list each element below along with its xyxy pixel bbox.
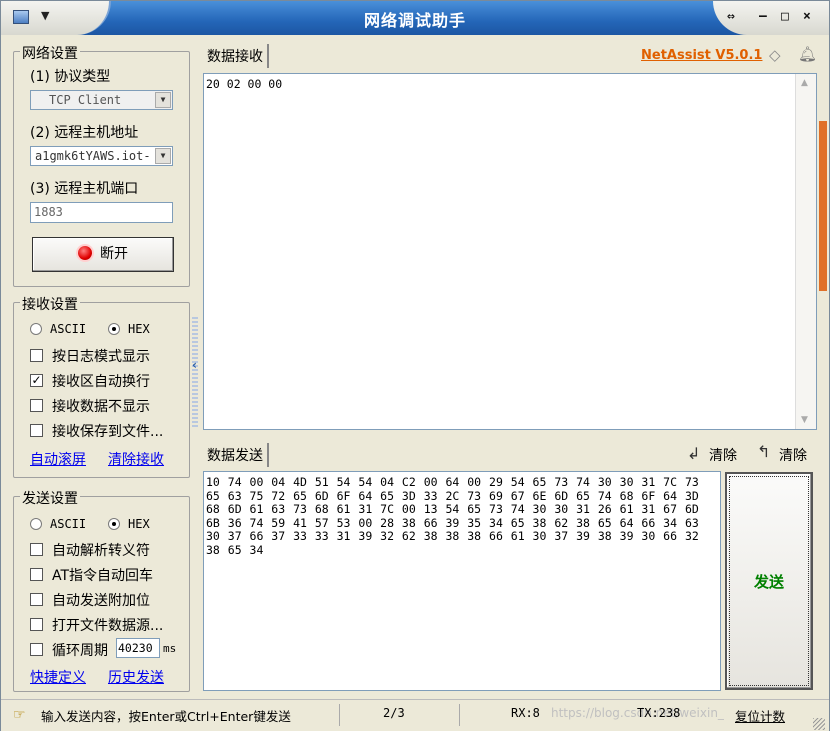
file-source-label: 打开文件数据源... [52, 618, 164, 634]
receive-scrollbar[interactable]: ▲ ▼ [795, 74, 816, 429]
parse-escape-label: 自动解析转义符 [52, 543, 150, 559]
tab-send[interactable]: 数据发送 [203, 443, 269, 467]
status-hint: 输入发送内容，按Enter或Ctrl+Enter键发送 [41, 709, 291, 724]
scroll-up-icon[interactable]: ▲ [801, 78, 808, 88]
host-value: a1gmk6tYAWS.iot- [35, 149, 151, 163]
history-send-link[interactable]: 历史发送 [108, 667, 164, 687]
accent-strip [819, 121, 827, 291]
receive-ascii-radio[interactable] [30, 323, 42, 335]
cycle-unit: ms [163, 642, 177, 655]
protocol-select[interactable]: TCP Client ▼ [30, 90, 173, 110]
rx-counter: RX:8 [511, 706, 540, 720]
status-bar: ☞ 输入发送内容，按Enter或Ctrl+Enter键发送 2/3 RX:8 h… [1, 699, 829, 731]
status-separator [339, 704, 340, 726]
parse-escape-checkbox[interactable] [30, 543, 43, 556]
send-settings-group: 发送设置 ASCII HEX 自动解析转义符 AT指令自动回车 自动发送附加位 … [13, 488, 190, 692]
title-bar: ▼ 网络调试助手 ⇔ – □ × [1, 1, 829, 35]
auto-wrap-label: 接收区自动换行 [52, 374, 150, 390]
file-source-checkbox[interactable] [30, 618, 43, 631]
version-link[interactable]: NetAssist V5.0.1 [641, 48, 762, 63]
send-ascii-radio[interactable] [30, 518, 42, 530]
disconnect-label: 断开 [100, 246, 128, 262]
page-indicator: 2/3 [383, 706, 405, 720]
network-settings-group: 网络设置 (1) 协议类型 TCP Client ▼ (2) 远程主机地址 a1… [13, 43, 190, 287]
close-button[interactable]: × [803, 9, 811, 24]
clear-receive-link[interactable]: 清除接收 [108, 449, 164, 469]
send-ascii-label: ASCII [50, 517, 87, 531]
disconnect-button[interactable]: 断开 [32, 237, 174, 272]
pin-icon[interactable]: ⇔ [727, 9, 735, 24]
at-auto-return-checkbox[interactable] [30, 568, 43, 581]
log-mode-checkbox[interactable] [30, 349, 43, 362]
host-label: (2) 远程主机地址 [30, 125, 139, 141]
scroll-down-icon[interactable]: ▼ [801, 415, 808, 425]
auto-scroll-link[interactable]: 自动滚屏 [30, 449, 86, 469]
network-settings-title: 网络设置 [20, 43, 80, 63]
receive-settings-title: 接收设置 [20, 294, 80, 314]
maximize-button[interactable]: □ [781, 9, 789, 24]
cycle-checkbox[interactable] [30, 643, 43, 656]
receive-settings-group: 接收设置 ASCII HEX 按日志模式显示 ✓ 接收区自动换行 接收数据不显示… [13, 294, 190, 478]
cycle-input[interactable]: 40230 [116, 638, 160, 658]
chevron-down-icon[interactable]: ▼ [155, 148, 171, 164]
port-label: (3) 远程主机端口 [30, 181, 139, 197]
status-led-icon [78, 246, 92, 260]
receive-textarea[interactable]: 20 02 00 00 [203, 73, 817, 430]
minimize-button[interactable]: – [759, 9, 767, 24]
hide-data-label: 接收数据不显示 [52, 399, 150, 415]
host-select[interactable]: a1gmk6tYAWS.iot- ▼ [30, 146, 173, 166]
log-mode-label: 按日志模式显示 [52, 349, 150, 365]
clear-history-icon[interactable]: ↰ [757, 442, 770, 461]
save-to-file-label: 接收保存到文件... [52, 424, 164, 440]
status-separator [459, 704, 460, 726]
cycle-label: 循环周期 [52, 643, 108, 659]
send-hex-label: HEX [128, 517, 150, 531]
send-hex-radio[interactable] [108, 518, 120, 530]
app-window: ▼ 网络调试助手 ⇔ – □ × 网络设置 (1) 协议类型 TCP Clien… [0, 0, 830, 731]
clear-send-icon[interactable]: ↲ [687, 444, 700, 463]
resize-grip-icon[interactable] [813, 718, 825, 730]
append-bits-checkbox[interactable] [30, 593, 43, 606]
panel-splitter[interactable] [192, 317, 198, 427]
tab-receive[interactable]: 数据接收 [203, 44, 269, 68]
tx-counter: TX:238 [637, 706, 681, 720]
diamond-icon[interactable]: ◇ [769, 46, 781, 64]
append-bits-label: 自动发送附加位 [52, 593, 150, 609]
bell-icon[interactable]: 🔔︎ [798, 45, 817, 63]
save-to-file-checkbox[interactable] [30, 424, 43, 437]
window-title: 网络调试助手 [363, 11, 466, 30]
reset-count-button[interactable]: 复位计数 [735, 706, 785, 725]
at-auto-return-label: AT指令自动回车 [52, 568, 154, 584]
hand-icon: ☞ [13, 707, 26, 723]
chevron-down-icon[interactable]: ▼ [155, 92, 171, 108]
shortcut-link[interactable]: 快捷定义 [30, 667, 86, 687]
send-textarea[interactable]: 10 74 00 04 4D 51 54 54 04 C2 00 64 00 2… [203, 471, 721, 691]
protocol-value: TCP Client [49, 93, 122, 107]
protocol-label: (1) 协议类型 [30, 69, 111, 85]
receive-hex-radio[interactable] [108, 323, 120, 335]
title-bar-right: ⇔ – □ × [713, 1, 829, 35]
receive-hex-label: HEX [128, 322, 150, 336]
send-settings-title: 发送设置 [20, 488, 80, 508]
auto-wrap-checkbox[interactable]: ✓ [30, 374, 43, 387]
port-input[interactable]: 1883 [30, 202, 173, 223]
send-button[interactable]: 发送 [725, 472, 813, 690]
receive-ascii-label: ASCII [50, 322, 87, 336]
clear-history-button[interactable]: 清除 [779, 445, 807, 465]
collapse-arrow-icon[interactable]: ‹ [192, 358, 197, 372]
clear-send-button[interactable]: 清除 [709, 445, 737, 465]
hide-data-checkbox[interactable] [30, 399, 43, 412]
